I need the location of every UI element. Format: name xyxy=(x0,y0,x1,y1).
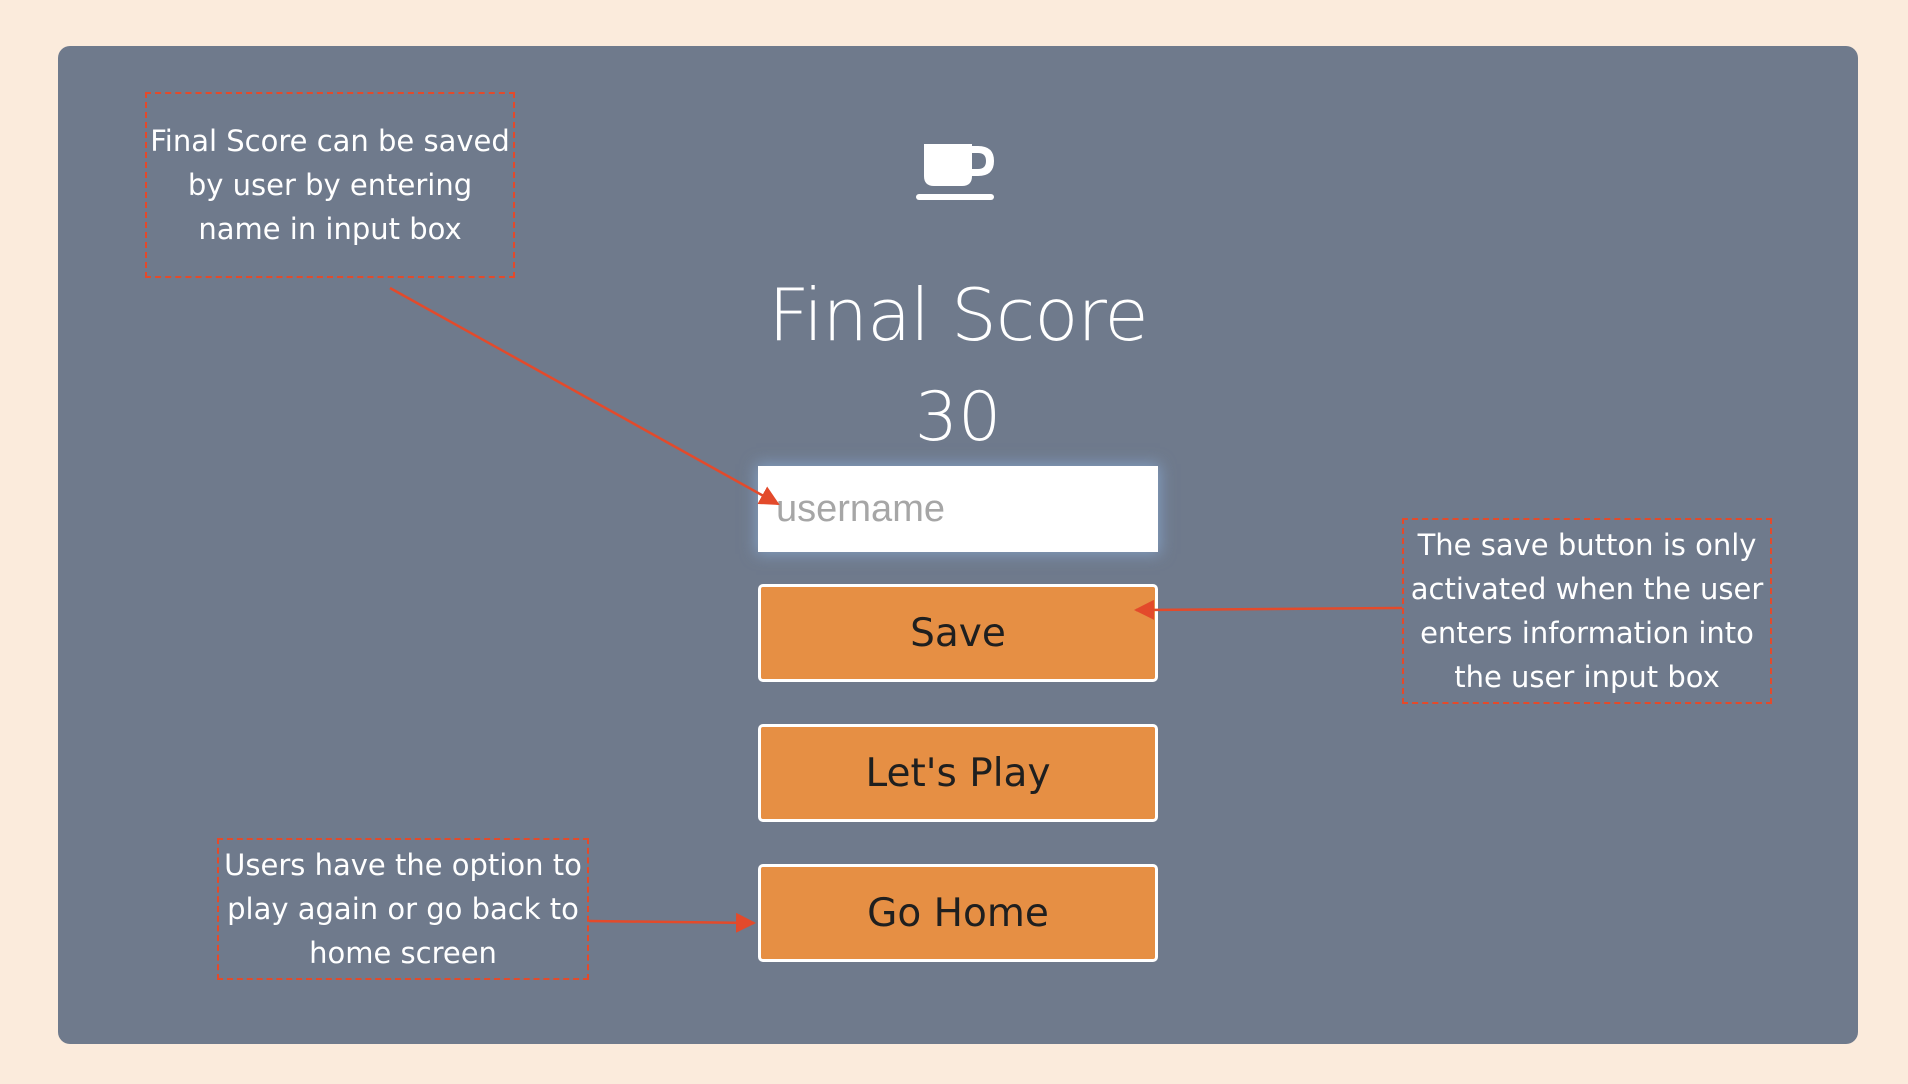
lets-play-button[interactable]: Let's Play xyxy=(758,724,1158,822)
annotation-input-text: Final Score can be saved by user by ente… xyxy=(150,124,510,246)
final-score-value: 30 xyxy=(914,378,1002,457)
annotation-save-note: The save button is only activated when t… xyxy=(1402,518,1772,704)
annotation-nav-note: Users have the option to play again or g… xyxy=(217,838,589,980)
go-home-button[interactable]: Go Home xyxy=(758,864,1158,962)
save-button[interactable]: Save xyxy=(758,584,1158,682)
annotation-input-note: Final Score can be saved by user by ente… xyxy=(145,92,515,278)
username-input[interactable] xyxy=(758,466,1158,552)
final-score-heading: Final Score xyxy=(768,273,1148,357)
annotation-save-text: The save button is only activated when t… xyxy=(1410,528,1764,694)
annotation-nav-text: Users have the option to play again or g… xyxy=(224,848,582,970)
coffee-cup-icon xyxy=(916,144,994,200)
